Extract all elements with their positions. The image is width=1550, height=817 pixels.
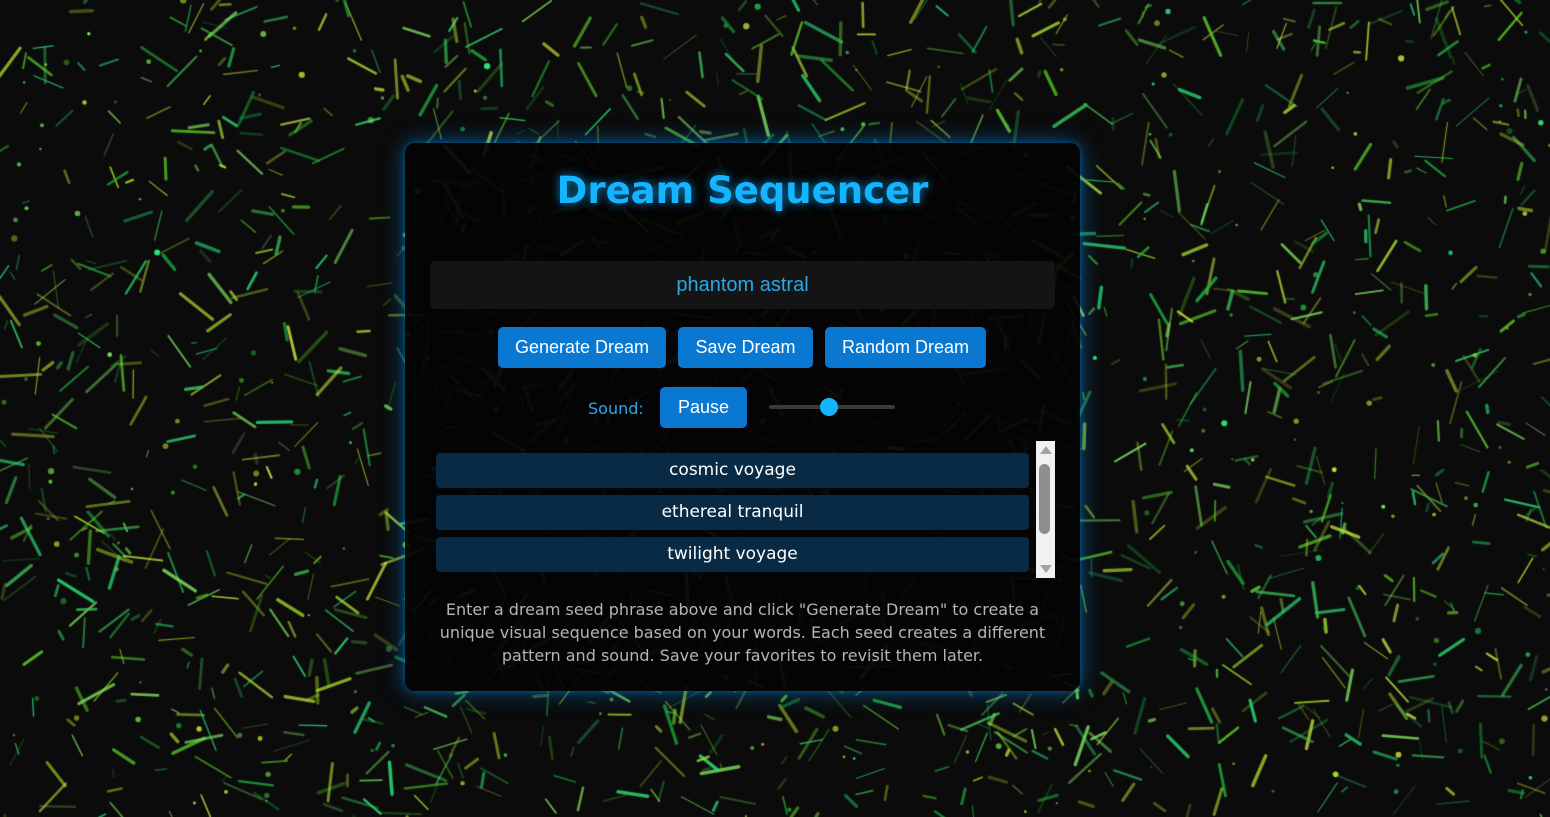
volume-slider[interactable] — [769, 395, 895, 419]
save-dream-button[interactable]: Save Dream — [678, 327, 813, 368]
random-dream-button[interactable]: Random Dream — [825, 327, 986, 368]
chevron-up-icon[interactable] — [1040, 446, 1052, 454]
dream-seed-input[interactable] — [430, 261, 1055, 309]
chevron-down-icon[interactable] — [1040, 565, 1052, 573]
saved-dream-item[interactable]: cosmic voyage — [436, 453, 1029, 488]
saved-dreams-list: cosmic voyage ethereal tranquil twilight… — [430, 441, 1055, 578]
sound-label: Sound: — [588, 399, 644, 418]
volume-slider-thumb[interactable] — [820, 398, 839, 416]
dream-panel: Dream Sequencer Generate Dream Save Drea… — [405, 143, 1080, 691]
saved-dream-item[interactable]: twilight voyage — [436, 537, 1029, 572]
page-title: Dream Sequencer — [556, 169, 929, 212]
saved-list-scrollbar[interactable] — [1036, 441, 1055, 578]
saved-dream-item[interactable]: ethereal tranquil — [436, 495, 1029, 530]
instructions-text: Enter a dream seed phrase above and clic… — [439, 600, 1046, 665]
pause-sound-button[interactable]: Pause — [660, 387, 747, 428]
generate-dream-button[interactable]: Generate Dream — [498, 327, 666, 368]
scrollbar-thumb[interactable] — [1039, 464, 1050, 534]
